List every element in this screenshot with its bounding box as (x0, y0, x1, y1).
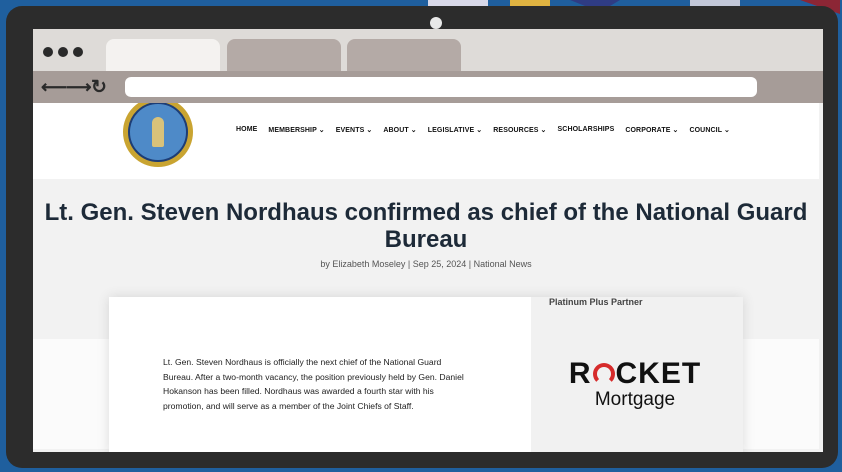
tab-2[interactable] (227, 39, 341, 71)
nav-resources[interactable]: RESOURCES ⌄ (493, 126, 546, 134)
rocket-mortgage-logo[interactable]: R CKET Mortgage (549, 359, 721, 411)
partner-label: Platinum Plus Partner (549, 297, 643, 307)
article-title: Lt. Gen. Steven Nordhaus confirmed as ch… (44, 199, 808, 253)
url-field[interactable] (125, 77, 757, 97)
back-forward-icon[interactable]: ⟵⟶ (41, 77, 92, 98)
nav-events[interactable]: EVENTS ⌄ (336, 126, 373, 134)
sponsor-sidebar: Platinum Plus Partner R CKET Mortgage (531, 297, 743, 452)
nav-membership[interactable]: MEMBERSHIP ⌄ (268, 126, 324, 134)
web-page: HOME MEMBERSHIP ⌄ EVENTS ⌄ ABOUT ⌄ LEGIS… (33, 103, 823, 452)
address-bar: ⟵⟶ ↻ (33, 71, 823, 103)
rocket-o-icon (592, 363, 615, 385)
nav-corporate[interactable]: CORPORATE ⌄ (625, 126, 678, 134)
browser-window: ⟵⟶ ↻ HOME MEMBERSHIP ⌄ EVENTS ⌄ ABOUT ⌄ … (33, 29, 823, 452)
reload-icon[interactable]: ↻ (91, 76, 107, 99)
tab-3[interactable] (347, 39, 461, 71)
nav-legislative[interactable]: LEGISLATIVE ⌄ (428, 126, 482, 134)
sponsor-subtitle: Mortgage (594, 389, 676, 410)
camera-dot (430, 17, 442, 29)
sponsor-word-start: R (568, 357, 592, 390)
window-controls[interactable] (43, 47, 83, 57)
article-body: Lt. Gen. Steven Nordhaus is officially t… (163, 357, 464, 411)
nav-council[interactable]: COUNCIL ⌄ (689, 126, 729, 134)
site-header: HOME MEMBERSHIP ⌄ EVENTS ⌄ ABOUT ⌄ LEGIS… (33, 103, 819, 179)
main-nav: HOME MEMBERSHIP ⌄ EVENTS ⌄ ABOUT ⌄ LEGIS… (236, 126, 730, 134)
tab-active[interactable] (106, 39, 220, 71)
nav-about[interactable]: ABOUT ⌄ (383, 126, 416, 134)
tab-bar (33, 29, 823, 71)
nav-scholarships[interactable]: SCHOLARSHIPS (558, 126, 615, 134)
nav-home[interactable]: HOME (236, 126, 257, 134)
eagle-seal-icon[interactable] (123, 103, 193, 167)
article-byline[interactable]: by Elizabeth Moseley | Sep 25, 2024 | Na… (33, 259, 819, 269)
sponsor-word-end: CKET (615, 357, 702, 390)
